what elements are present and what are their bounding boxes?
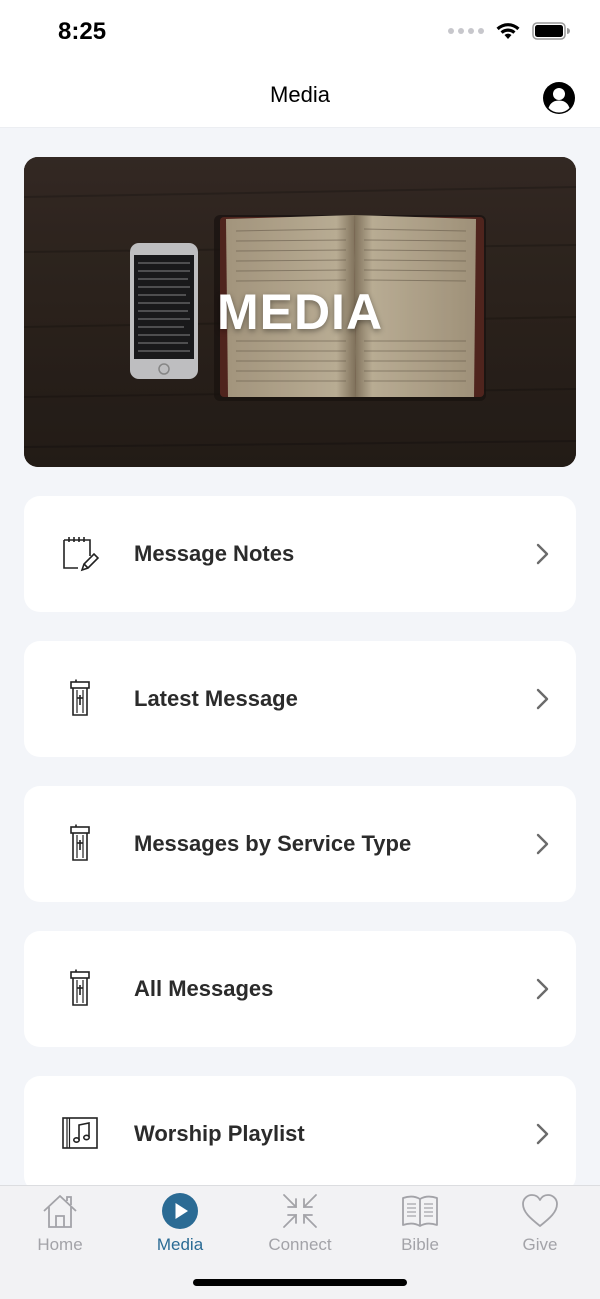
menu-item-all-messages[interactable]: All Messages [24,931,576,1047]
chevron-right-icon [536,543,549,565]
menu-item-label: Latest Message [134,686,298,711]
chevron-right-icon [536,978,549,1000]
tab-bible[interactable]: Bible [360,1186,480,1266]
tab-media[interactable]: Media [120,1186,240,1266]
tab-label: Media [156,1235,204,1254]
navigation-bar: Media [0,66,600,128]
menu-item-messages-by-service-type[interactable]: Messages by Service Type [24,786,576,902]
tab-label: Home [37,1235,83,1254]
menu-item-label: All Messages [134,976,274,1001]
status-bar: 8:25 [0,0,600,66]
menu-item-worship-playlist[interactable]: Worship Playlist [24,1076,576,1192]
menu-item-label: Messages by Service Type [134,831,412,856]
open-book-icon [402,1195,438,1227]
pulpit-icon [70,969,90,1006]
chevron-right-icon [536,833,549,855]
media-hero-banner[interactable]: MEDIA [24,157,576,467]
menu-item-label: Worship Playlist [134,1121,305,1146]
status-icons [448,22,570,40]
arrows-inward-icon [283,1194,317,1228]
house-icon [43,1195,77,1228]
play-circle-icon [162,1193,198,1229]
notes-pencil-icon [63,537,100,572]
pulpit-icon [70,824,90,861]
tab-label: Bible [401,1235,439,1254]
tab-label: Connect [268,1235,332,1254]
cellular-signal-icon [448,28,484,34]
chevron-right-icon [536,688,549,710]
profile-icon[interactable] [542,81,576,115]
wifi-icon [496,23,520,39]
menu-item-message-notes[interactable]: Message Notes [24,496,576,612]
tab-home[interactable]: Home [0,1186,120,1266]
pulpit-icon [70,679,90,716]
music-note-icon [62,1117,98,1149]
page-title: Media [270,82,330,107]
menu-item-latest-message[interactable]: Latest Message [24,641,576,757]
heart-icon [522,1194,558,1227]
tab-give[interactable]: Give [480,1186,600,1266]
tab-connect[interactable]: Connect [240,1186,360,1266]
chevron-right-icon [536,1123,549,1145]
hero-title: MEDIA [216,284,384,340]
home-indicator [193,1279,407,1286]
menu-item-label: Message Notes [134,541,295,566]
tab-label: Give [522,1235,558,1254]
status-time: 8:25 [58,18,107,45]
battery-icon [532,22,570,40]
